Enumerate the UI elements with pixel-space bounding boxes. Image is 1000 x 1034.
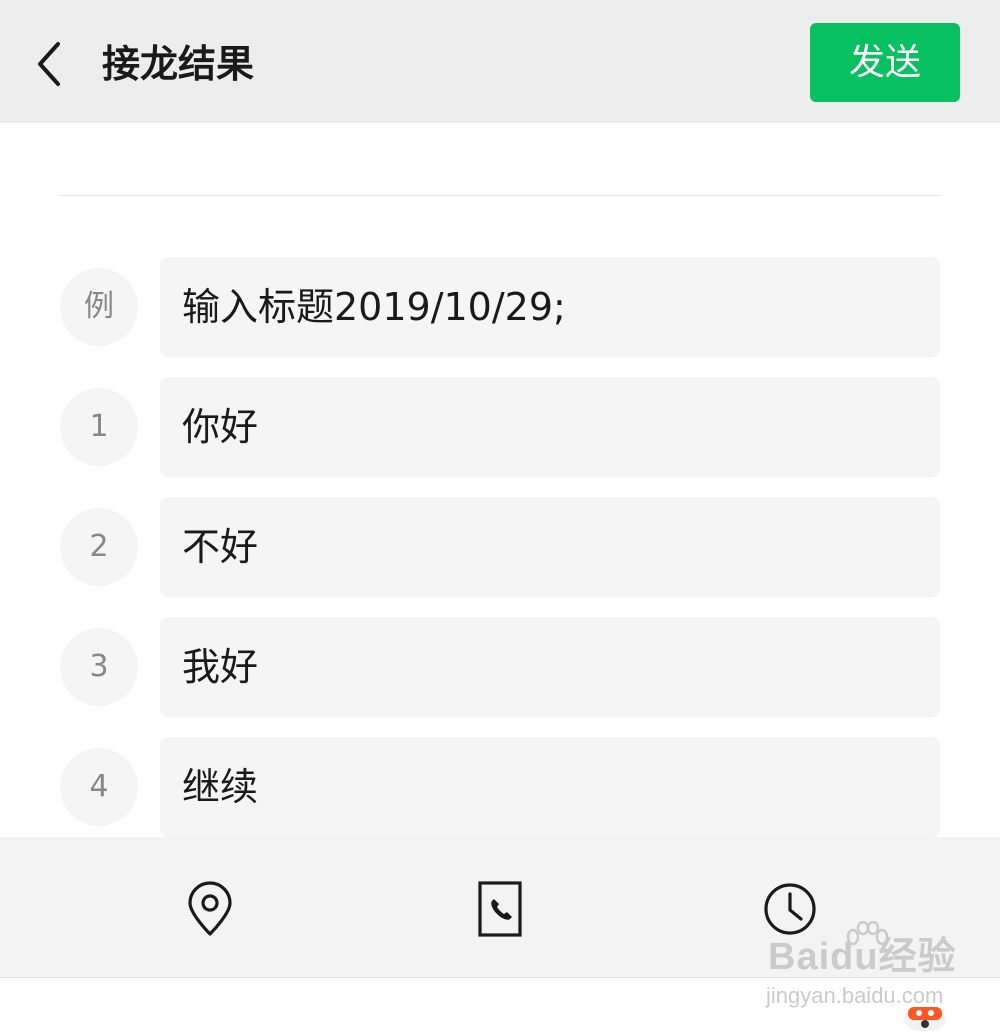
chevron-left-icon [38,42,60,86]
mascot-icon [904,1006,946,1031]
back-button[interactable] [24,38,76,90]
example-row: 例 输入标题2019/10/29; [60,257,940,357]
entry-row-4: 4 继续 [60,737,940,837]
entry-field-2[interactable]: 不好 [160,497,940,597]
divider [60,195,940,196]
entry-row-3: 3 我好 [60,617,940,717]
entry-text: 不好 [182,525,259,569]
row-number-badge: 4 [60,748,138,826]
watermark-brand: Baidu经验 [768,936,957,978]
phone-button[interactable] [472,881,528,937]
phone-icon [478,881,522,937]
title-input[interactable] [60,130,940,190]
watermark: Baidu经验 jingyan.baidu.com [760,921,990,1031]
row-number-badge: 1 [60,388,138,466]
entry-text: 我好 [182,645,259,689]
row-number-badge: 3 [60,628,138,706]
entry-field-4[interactable]: 继续 [160,737,940,837]
example-entry-field[interactable]: 输入标题2019/10/29; [160,257,940,357]
entry-text: 输入标题2019/10/29; [182,285,566,329]
entry-field-3[interactable]: 我好 [160,617,940,717]
page-title: 接龙结果 [102,42,255,86]
top-bar: 接龙结果 发送 [0,0,1000,123]
entry-row-2: 2 不好 [60,497,940,597]
entry-text: 你好 [182,405,259,449]
entry-field-1[interactable]: 你好 [160,377,940,477]
send-button[interactable]: 发送 [810,23,960,102]
entry-text: 继续 [182,765,259,809]
row-number-badge: 2 [60,508,138,586]
location-icon [188,881,232,936]
location-button[interactable] [182,881,238,937]
entry-row-1: 1 你好 [60,377,940,477]
row-number-badge: 例 [60,268,138,346]
